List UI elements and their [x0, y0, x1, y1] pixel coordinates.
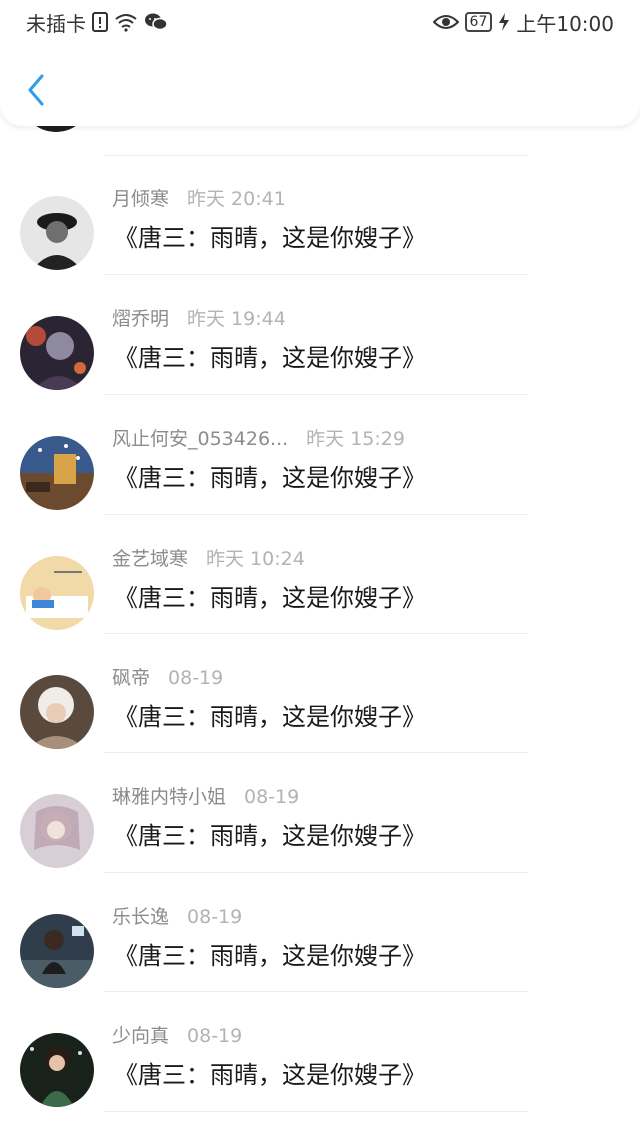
avatar[interactable]: [20, 436, 94, 510]
list-item[interactable]: 乐长逸 08-19 《唐三：雨晴，这是你嫂子》: [0, 894, 640, 1014]
list-item[interactable]: 月倾寒 昨天 20:41 《唐三：雨晴，这是你嫂子》: [0, 176, 640, 296]
post-time: 08-19: [187, 906, 243, 928]
post-time: 昨天 15:29: [306, 428, 405, 450]
comment-text[interactable]: 《唐三：雨晴，这是你嫂子》: [114, 458, 426, 493]
comment-text[interactable]: 《唐三：雨晴，这是你嫂子》: [114, 936, 426, 971]
divider: [104, 274, 528, 275]
list-item[interactable]: 金艺域寒 昨天 10:24 《唐三：雨晴，这是你嫂子》: [0, 536, 640, 656]
user-name[interactable]: 乐长逸: [112, 902, 169, 929]
avatar[interactable]: [20, 914, 94, 988]
divider: [104, 394, 528, 395]
avatar-image: [20, 436, 94, 510]
comment-text[interactable]: 《唐三：雨晴，这是你嫂子》: [114, 816, 426, 851]
screen: 月倾寒 昨天 20:41 《唐三：雨晴，这是你嫂子》 熠乔明 昨天 19:44: [0, 0, 640, 1138]
post-time: 08-19: [168, 667, 224, 689]
avatar[interactable]: [20, 1033, 94, 1107]
comment-text[interactable]: 《唐三：雨晴，这是你嫂子》: [114, 697, 426, 732]
divider: [104, 155, 528, 156]
app-header: 未插卡 67 上午10:00: [0, 0, 640, 126]
divider: [104, 991, 528, 992]
post-time: 昨天 19:44: [187, 308, 286, 330]
status-bar: 未插卡 67 上午10:00: [0, 0, 640, 44]
post-time: 昨天 20:41: [187, 188, 286, 210]
sim-alert-icon: [92, 12, 108, 32]
comment-text[interactable]: 《唐三：雨晴，这是你嫂子》: [114, 1055, 426, 1090]
list-item[interactable]: 风止何安_053426... 昨天 15:29 《唐三：雨晴，这是你嫂子》: [0, 416, 640, 536]
list-item[interactable]: 少向真 08-19 《唐三：雨晴，这是你嫂子》: [0, 1013, 640, 1133]
user-name[interactable]: 少向真: [112, 1021, 169, 1048]
user-name[interactable]: 砜帝: [112, 663, 150, 690]
clock-time: 上午10:00: [516, 11, 614, 36]
wifi-icon: [114, 12, 138, 32]
avatar[interactable]: [20, 794, 94, 868]
user-name[interactable]: 琳雅内特小姐: [112, 782, 226, 809]
divider: [104, 752, 528, 753]
divider: [104, 514, 528, 515]
list-item[interactable]: 熠乔明 昨天 19:44 《唐三：雨晴，这是你嫂子》: [0, 296, 640, 416]
battery-icon: 67: [464, 12, 493, 32]
divider: [104, 633, 528, 634]
list-item[interactable]: 砜帝 08-19 《唐三：雨晴，这是你嫂子》: [0, 655, 640, 775]
user-name[interactable]: 熠乔明: [112, 304, 169, 331]
user-name[interactable]: 风止何安_053426...: [112, 424, 288, 451]
avatar[interactable]: [20, 675, 94, 749]
list-item[interactable]: 琳雅内特小姐 08-19 《唐三：雨晴，这是你嫂子》: [0, 774, 640, 894]
comment-text[interactable]: 《唐三：雨晴，这是你嫂子》: [114, 578, 426, 613]
avatar[interactable]: [20, 196, 94, 270]
wechat-icon: [144, 12, 168, 32]
chevron-left-icon: [28, 74, 44, 106]
avatar-image: [20, 675, 94, 749]
eye-icon: [432, 13, 459, 31]
user-name[interactable]: 月倾寒: [112, 184, 169, 211]
avatar-image: [20, 196, 94, 270]
divider: [104, 872, 528, 873]
comment-text[interactable]: 《唐三：雨晴，这是你嫂子》: [114, 218, 426, 253]
carrier-label: 未插卡: [26, 11, 86, 36]
battery-level: 67: [469, 14, 488, 30]
back-button[interactable]: [18, 68, 54, 112]
avatar-image: [20, 1033, 94, 1107]
avatar-image: [20, 914, 94, 988]
post-time: 08-19: [187, 1025, 243, 1047]
charging-icon: [498, 12, 510, 32]
avatar-image: [20, 316, 94, 390]
avatar[interactable]: [20, 556, 94, 630]
avatar-image: [20, 794, 94, 868]
avatar[interactable]: [20, 316, 94, 390]
avatar-image: [20, 556, 94, 630]
user-name[interactable]: 金艺域寒: [112, 544, 188, 571]
post-time: 08-19: [244, 786, 300, 808]
comment-text[interactable]: 《唐三：雨晴，这是你嫂子》: [114, 338, 426, 373]
post-time: 昨天 10:24: [206, 548, 305, 570]
divider: [104, 1111, 528, 1112]
